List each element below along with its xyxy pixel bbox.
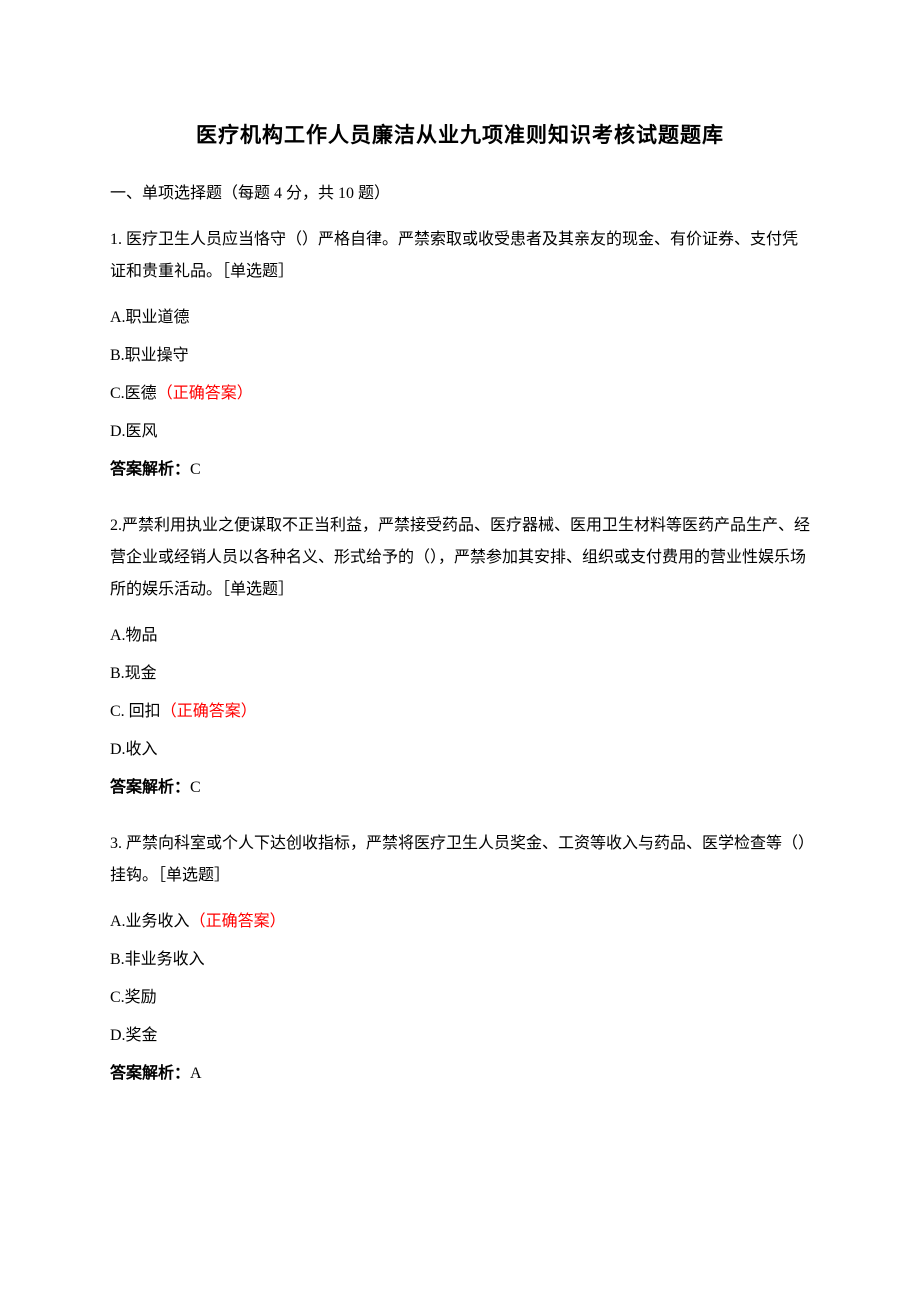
q1-option-c-text: C.医德 <box>110 385 157 402</box>
q3-correct-marker: （正确答案） <box>190 913 286 930</box>
q3-analysis-value: A <box>190 1065 202 1082</box>
q1-analysis-value: C <box>190 461 201 478</box>
q1-option-b: B.职业操守 <box>110 344 810 368</box>
q1-analysis: 答案解析：C <box>110 458 810 482</box>
q3-analysis-label: 答案解析： <box>110 1065 190 1082</box>
q1-correct-marker: （正确答案） <box>157 385 253 402</box>
question-2: 2.严禁利用执业之便谋取不正当利益，严禁接受药品、医疗器械、医用卫生材料等医药产… <box>110 510 810 800</box>
section-header: 一、单项选择题（每题 4 分，共 10 题） <box>110 182 810 206</box>
q2-analysis-value: C <box>190 779 201 796</box>
q1-option-a: A.职业道德 <box>110 306 810 330</box>
q2-analysis: 答案解析：C <box>110 776 810 800</box>
q3-stem: 3. 严禁向科室或个人下达创收指标，严禁将医疗卫生人员奖金、工资等收入与药品、医… <box>110 828 810 892</box>
q2-option-a: A.物品 <box>110 624 810 648</box>
document-title: 医疗机构工作人员廉洁从业九项准则知识考核试题题库 <box>110 120 810 152</box>
q1-option-d: D.医风 <box>110 420 810 444</box>
q2-option-c-text: C. 回扣 <box>110 703 161 720</box>
q3-option-a: A.业务收入（正确答案） <box>110 910 810 934</box>
q1-option-c: C.医德（正确答案） <box>110 382 810 406</box>
q2-analysis-label: 答案解析： <box>110 779 190 796</box>
question-3: 3. 严禁向科室或个人下达创收指标，严禁将医疗卫生人员奖金、工资等收入与药品、医… <box>110 828 810 1086</box>
q3-option-a-text: A.业务收入 <box>110 913 190 930</box>
q2-option-c: C. 回扣（正确答案） <box>110 700 810 724</box>
q3-option-c: C.奖励 <box>110 986 810 1010</box>
q3-option-d: D.奖金 <box>110 1024 810 1048</box>
q2-option-d: D.收入 <box>110 738 810 762</box>
q2-option-b: B.现金 <box>110 662 810 686</box>
q1-stem: 1. 医疗卫生人员应当恪守（）严格自律。严禁索取或收受患者及其亲友的现金、有价证… <box>110 224 810 288</box>
q3-option-b: B.非业务收入 <box>110 948 810 972</box>
q2-correct-marker: （正确答案） <box>161 703 257 720</box>
q2-stem: 2.严禁利用执业之便谋取不正当利益，严禁接受药品、医疗器械、医用卫生材料等医药产… <box>110 510 810 606</box>
question-1: 1. 医疗卫生人员应当恪守（）严格自律。严禁索取或收受患者及其亲友的现金、有价证… <box>110 224 810 482</box>
q1-analysis-label: 答案解析： <box>110 461 190 478</box>
q3-analysis: 答案解析：A <box>110 1062 810 1086</box>
